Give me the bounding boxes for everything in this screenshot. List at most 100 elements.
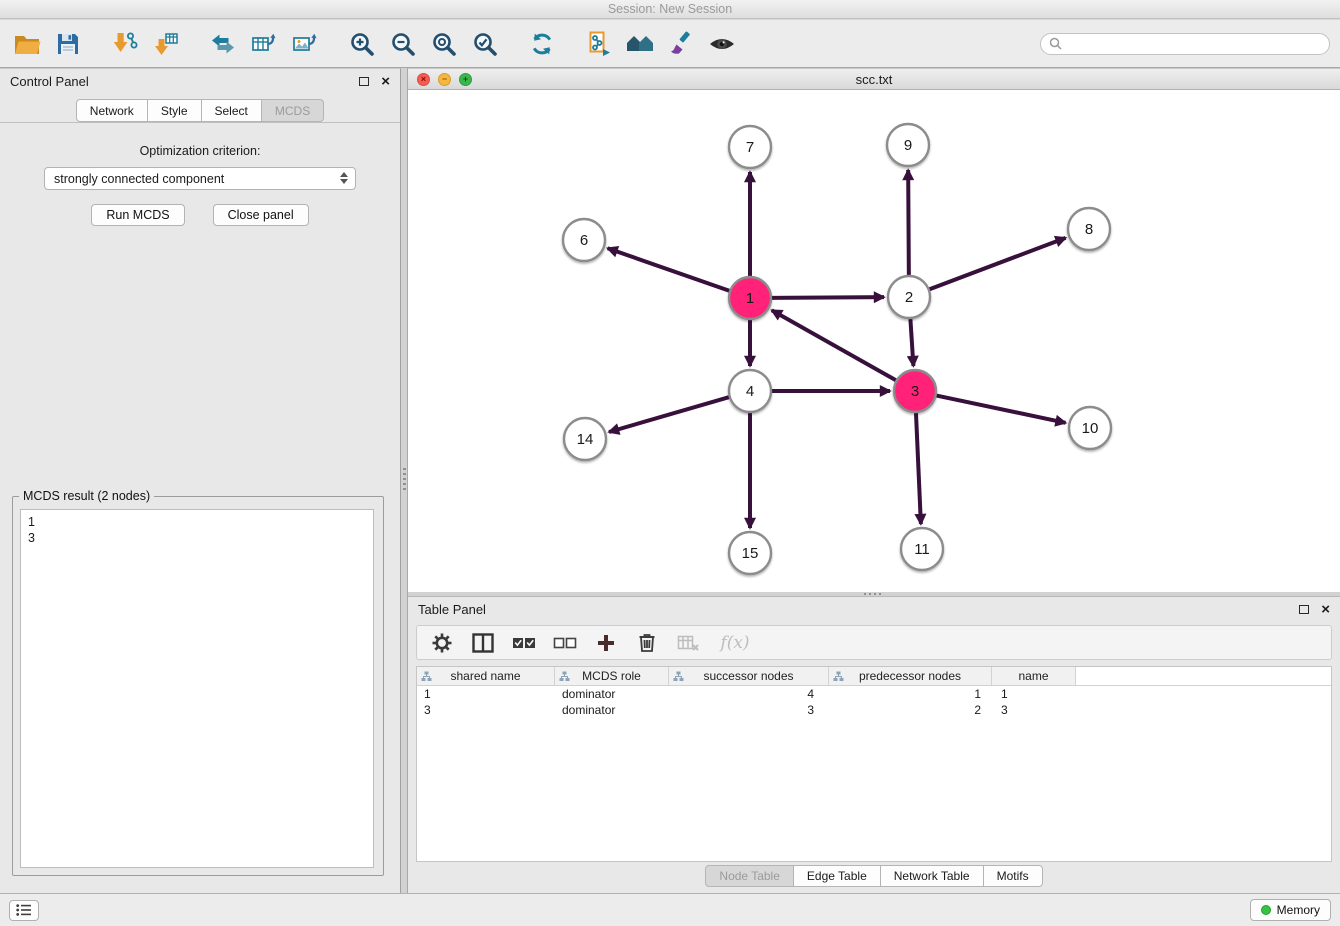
table-cell: 4 xyxy=(669,687,829,701)
close-panel-icon[interactable]: × xyxy=(1321,605,1330,615)
apply-function-button[interactable]: f(x) xyxy=(716,629,754,657)
float-window-icon[interactable] xyxy=(359,77,369,86)
app-titlebar: Session: New Session xyxy=(0,0,1340,19)
graph-node-14[interactable]: 14 xyxy=(564,418,606,460)
zoom-fit-button[interactable] xyxy=(427,25,461,63)
unselect-all-button[interactable] xyxy=(552,629,578,657)
minimize-window-icon[interactable]: − xyxy=(438,73,451,86)
tab-network-table[interactable]: Network Table xyxy=(880,865,984,887)
memory-button[interactable]: Memory xyxy=(1250,899,1331,921)
export-image-button[interactable] xyxy=(288,25,322,63)
tab-motifs[interactable]: Motifs xyxy=(983,865,1043,887)
table-panel-tabs: Node Table Edge Table Network Table Moti… xyxy=(408,862,1340,893)
zoom-selected-button[interactable] xyxy=(468,25,502,63)
graph-node-1[interactable]: 1 xyxy=(729,277,771,319)
tab-edge-table[interactable]: Edge Table xyxy=(793,865,881,887)
column-header-shared-name[interactable]: shared name xyxy=(417,667,555,685)
criterion-select[interactable]: strongly connected component xyxy=(44,167,356,190)
network-arrows-button[interactable] xyxy=(206,25,240,63)
graph-node-6[interactable]: 6 xyxy=(563,219,605,261)
table-row[interactable]: 1dominator411 xyxy=(417,686,1331,702)
float-window-icon[interactable] xyxy=(1299,605,1309,614)
graph-edge-3-11[interactable] xyxy=(916,413,921,524)
network-overview-button[interactable] xyxy=(623,25,657,63)
search-field[interactable] xyxy=(1040,33,1330,55)
show-columns-button[interactable] xyxy=(470,629,496,657)
graph-node-4[interactable]: 4 xyxy=(729,370,771,412)
graph-node-8[interactable]: 8 xyxy=(1068,208,1110,250)
column-header-predecessor-nodes[interactable]: predecessor nodes xyxy=(829,667,992,685)
splitter-handle-icon xyxy=(864,593,882,595)
vertical-splitter[interactable] xyxy=(401,68,408,893)
graph-node-2[interactable]: 2 xyxy=(888,276,930,318)
add-column-button[interactable] xyxy=(593,629,619,657)
table-cell: 3 xyxy=(669,703,829,717)
control-panel: Control Panel × Network Style Select MCD… xyxy=(0,68,401,893)
import-network-icon xyxy=(112,31,138,57)
graph-edge-3-1[interactable] xyxy=(772,310,896,380)
delete-columns-button[interactable] xyxy=(634,629,660,657)
network-overview-icon xyxy=(626,31,654,57)
column-type-icon xyxy=(421,671,432,685)
zoom-out-button[interactable] xyxy=(386,25,420,63)
close-panel-button[interactable]: Close panel xyxy=(213,204,309,226)
graph-node-11[interactable]: 11 xyxy=(901,528,943,570)
network-graph[interactable]: 7 9 6 8 1 2 4 3 14 10 15 11 xyxy=(408,90,1340,593)
graph-node-7[interactable]: 7 xyxy=(729,126,771,168)
refresh-layout-button[interactable] xyxy=(525,25,559,63)
close-window-icon[interactable]: × xyxy=(417,73,430,86)
mcds-result-list[interactable]: 1 3 xyxy=(20,509,374,868)
table-settings-button[interactable] xyxy=(429,629,455,657)
tab-mcds[interactable]: MCDS xyxy=(261,99,324,122)
tab-node-table[interactable]: Node Table xyxy=(705,865,794,887)
apply-style-button[interactable] xyxy=(664,25,698,63)
column-header-mcds-role[interactable]: MCDS role xyxy=(555,667,669,685)
show-hide-button[interactable] xyxy=(705,25,739,63)
import-table-icon xyxy=(153,31,179,57)
table-row[interactable]: 3dominator323 xyxy=(417,702,1331,718)
app-title: Session: New Session xyxy=(608,2,732,16)
tab-style[interactable]: Style xyxy=(147,99,202,122)
zoom-fit-icon xyxy=(431,31,457,57)
optimization-criterion-label: Optimization criterion: xyxy=(0,144,400,158)
graph-node-3[interactable]: 3 xyxy=(894,370,936,412)
run-mcds-button[interactable]: Run MCDS xyxy=(91,204,184,226)
clone-network-button[interactable] xyxy=(582,25,616,63)
delete-table-button[interactable] xyxy=(675,629,701,657)
zoom-window-icon[interactable]: + xyxy=(459,73,472,86)
search-input[interactable] xyxy=(1067,36,1321,52)
tab-select[interactable]: Select xyxy=(201,99,262,122)
graph-edge-3-10[interactable] xyxy=(937,396,1066,423)
save-session-button[interactable] xyxy=(51,25,85,63)
zoom-in-icon xyxy=(349,31,375,57)
graph-node-15[interactable]: 15 xyxy=(729,532,771,574)
network-window-titlebar[interactable]: scc.txt × − + xyxy=(408,69,1340,90)
tab-network[interactable]: Network xyxy=(76,99,148,122)
graph-node-9[interactable]: 9 xyxy=(887,124,929,166)
node-table-body: 1dominator4113dominator323 xyxy=(417,686,1331,718)
graph-edge-2-9[interactable] xyxy=(908,170,909,275)
svg-text:4: 4 xyxy=(746,383,754,400)
network-canvas[interactable]: 7 9 6 8 1 2 4 3 14 10 15 11 xyxy=(408,90,1340,593)
column-header-name[interactable]: name xyxy=(992,667,1076,685)
task-history-button[interactable] xyxy=(9,900,39,921)
memory-status-icon xyxy=(1261,905,1271,915)
graph-edge-1-2[interactable] xyxy=(772,297,884,298)
column-header-successor-nodes[interactable]: successor nodes xyxy=(669,667,829,685)
export-table-button[interactable] xyxy=(247,25,281,63)
result-line: 1 xyxy=(28,514,366,530)
graph-node-10[interactable]: 10 xyxy=(1069,407,1111,449)
import-table-button[interactable] xyxy=(149,25,183,63)
select-all-button[interactable] xyxy=(511,629,537,657)
import-network-button[interactable] xyxy=(108,25,142,63)
graph-edge-2-3[interactable] xyxy=(910,319,913,366)
open-file-button[interactable] xyxy=(10,25,44,63)
close-panel-icon[interactable]: × xyxy=(381,77,390,87)
zoom-in-button[interactable] xyxy=(345,25,379,63)
table-cell: 3 xyxy=(417,703,555,717)
graph-edge-1-6[interactable] xyxy=(608,248,730,290)
graph-edge-4-14[interactable] xyxy=(609,397,729,432)
table-header-row: shared name MCDS role successor nodes pr… xyxy=(417,667,1331,686)
graph-edge-2-8[interactable] xyxy=(930,238,1066,289)
window-controls: × − + xyxy=(417,73,472,86)
